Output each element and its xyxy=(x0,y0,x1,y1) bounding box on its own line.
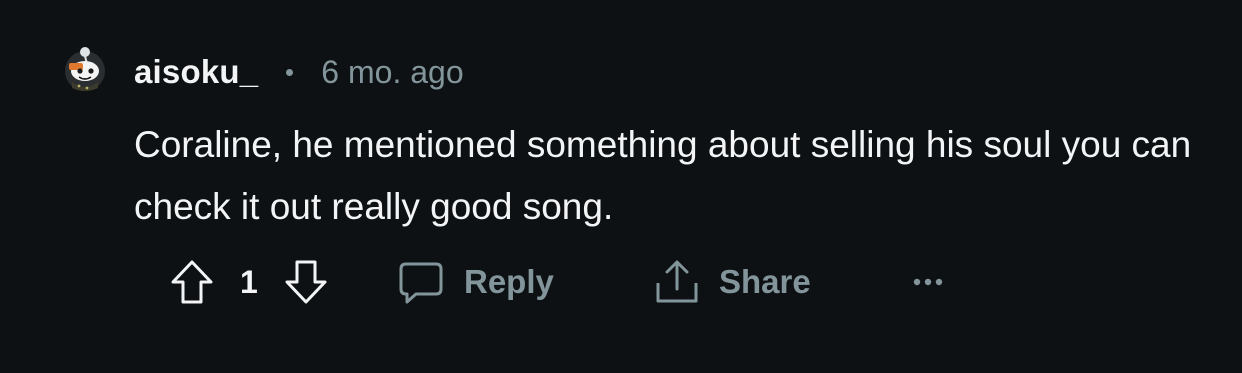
ellipsis-icon xyxy=(912,276,944,288)
vote-count: 1 xyxy=(240,252,258,312)
snoo-avatar-icon xyxy=(65,47,105,91)
arrow-down-outline-icon xyxy=(284,259,328,305)
arrow-up-outline-icon xyxy=(170,259,214,305)
upvote-button[interactable] xyxy=(170,252,214,312)
separator-dot xyxy=(286,68,294,76)
comment-timestamp: 6 mo. ago xyxy=(321,53,464,90)
vote-count-value: 1 xyxy=(240,263,258,300)
share-label: Share xyxy=(719,263,811,300)
speech-bubble-icon xyxy=(398,259,444,305)
comment-body: Coraline, he mentioned something about s… xyxy=(134,124,1192,227)
comment: aisoku_ 6 mo. ago Coraline, he mentioned… xyxy=(0,0,1242,373)
share-upload-icon xyxy=(655,259,699,305)
reply-button[interactable]: Reply xyxy=(398,252,554,312)
more-options-button[interactable] xyxy=(912,252,944,312)
user-avatar[interactable] xyxy=(60,44,110,94)
comment-actions: 1 Reply Share xyxy=(0,252,1242,312)
downvote-button[interactable] xyxy=(284,252,328,312)
reply-label: Reply xyxy=(464,263,554,300)
comment-header: aisoku_ 6 mo. ago xyxy=(134,52,464,92)
share-button[interactable]: Share xyxy=(655,252,811,312)
username-link[interactable]: aisoku_ xyxy=(134,53,258,91)
